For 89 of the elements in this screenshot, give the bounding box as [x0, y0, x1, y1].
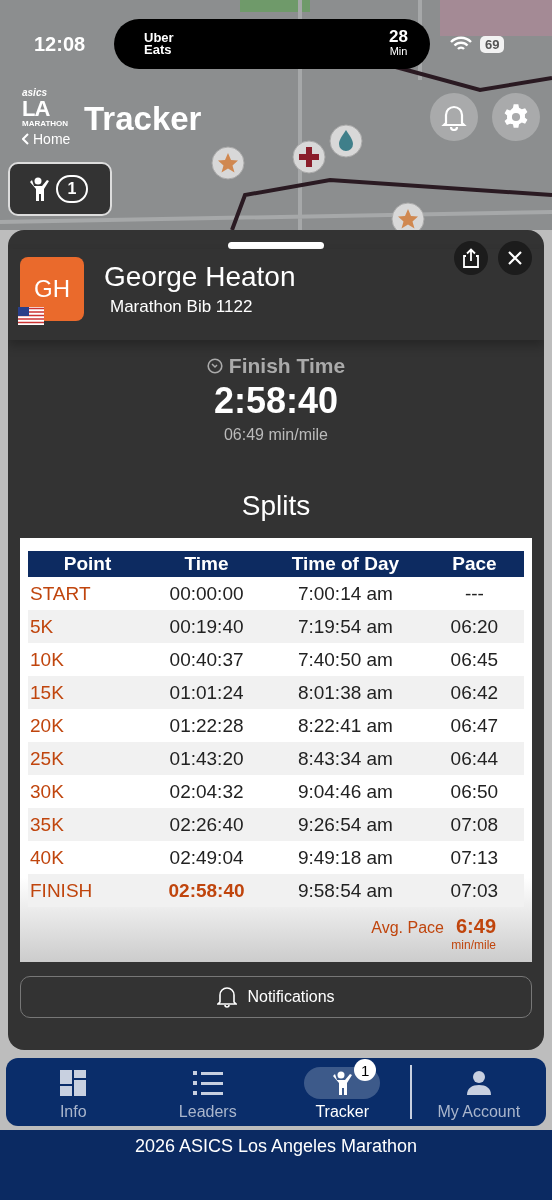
finish-pace: 06:49 min/mile	[223, 426, 328, 444]
column-header: Time	[147, 551, 267, 577]
split-point: FINISH	[28, 874, 148, 907]
time-of-day: 9:49:18 am	[266, 841, 425, 874]
avg-pace-value: 6:49	[455, 915, 496, 938]
time-of-day: 8:01:38 am	[266, 676, 425, 709]
split-time: 01:01:24	[147, 676, 267, 709]
split-point: 25K	[28, 742, 148, 775]
time-of-day: 8:43:34 am	[266, 742, 425, 775]
wifi-icon	[450, 36, 472, 52]
split-pace: 06:42	[424, 676, 524, 709]
split-time: 00:19:40	[147, 610, 267, 643]
share-icon	[462, 248, 480, 268]
split-point: 15K	[28, 676, 148, 709]
bib-number: Marathon Bib 1122	[110, 296, 254, 317]
settings-button[interactable]	[492, 93, 540, 141]
time-of-day: 9:58:54 am	[266, 874, 425, 907]
split-point: 20K	[28, 709, 148, 742]
time-of-day: 9:04:46 am	[266, 775, 425, 808]
split-time: 00:00:00	[147, 577, 267, 610]
split-pace: 07:08	[424, 808, 524, 841]
split-time: 00:40:37	[147, 643, 267, 676]
split-time: 01:22:28	[147, 709, 267, 742]
person-icon	[465, 1070, 492, 1096]
time-of-day: 7:00:14 am	[266, 577, 425, 610]
split-point: 40K	[28, 841, 148, 874]
runner-name: George Heaton	[104, 260, 296, 293]
clock-icon	[206, 358, 223, 374]
split-point: 30K	[28, 775, 148, 808]
close-icon	[507, 250, 523, 266]
runner-icon	[28, 176, 50, 202]
avg-pace-label: Avg. Pace	[371, 919, 444, 937]
flag-icon	[18, 306, 44, 325]
split-pace: 06:44	[424, 742, 524, 775]
time-of-day: 8:22:41 am	[266, 709, 425, 742]
tab[interactable]: Info	[6, 1062, 141, 1122]
split-time: 01:43:20	[147, 742, 267, 775]
split-time: 02:26:40	[147, 808, 267, 841]
share-button[interactable]	[454, 241, 488, 275]
brand-logo-text: Uber Eats	[144, 32, 174, 56]
finish-time-label: Finish Time	[228, 354, 346, 378]
footer-banner: 2026 ASICS Los Angeles Marathon	[0, 1130, 552, 1200]
time-of-day: 7:40:50 am	[266, 643, 425, 676]
water-drop-marker-icon	[329, 124, 363, 158]
notifications-button[interactable]: Notifications	[20, 976, 532, 1018]
event-logo: asics LA MARATHON	[22, 88, 70, 128]
split-time: 02:58:40	[147, 874, 267, 907]
split-point: 10K	[28, 643, 148, 676]
time-of-day: 7:19:54 am	[266, 610, 425, 643]
close-button[interactable]	[498, 241, 532, 275]
bell-icon	[441, 103, 467, 131]
split-time: 02:49:04	[147, 841, 267, 874]
column-header: Pace	[424, 551, 524, 577]
split-pace: 06:20	[424, 610, 524, 643]
split-time: 02:04:32	[147, 775, 267, 808]
tab[interactable]: My Account	[411, 1062, 546, 1122]
count-badge: 1	[354, 1059, 377, 1081]
split-point: 35K	[28, 808, 148, 841]
splits-heading: Splits	[240, 490, 312, 522]
runner-icon	[331, 1070, 354, 1096]
split-pace: 06:47	[424, 709, 524, 742]
split-point: START	[28, 577, 148, 610]
avg-pace-unit: min/mile	[451, 938, 496, 952]
first-aid-marker-icon	[292, 140, 326, 174]
finish-time: 2:58:40	[213, 380, 339, 422]
bell-icon	[217, 986, 238, 1008]
star-marker-icon	[391, 202, 425, 230]
settings-icon	[502, 103, 530, 131]
time-of-day: 9:26:54 am	[266, 808, 425, 841]
star-marker-icon	[211, 146, 245, 180]
page-title: Tracker	[84, 100, 202, 138]
split-pace: 07:03	[424, 874, 524, 907]
split-pace: 07:13	[424, 841, 524, 874]
column-header: Point	[28, 551, 148, 577]
tab[interactable]: Leaders	[140, 1062, 275, 1122]
column-header: Time of Day	[266, 551, 425, 577]
grid-icon	[59, 1069, 88, 1097]
sheet-handle[interactable]	[228, 242, 324, 249]
split-pace: 06:45	[424, 643, 524, 676]
tracked-runners-button[interactable]: 1	[8, 162, 112, 216]
split-pace: 06:50	[424, 775, 524, 808]
split-pace: ---	[424, 577, 524, 610]
numbered-list-icon	[192, 1070, 223, 1096]
split-point: 5K	[28, 610, 148, 643]
tab[interactable]: 1 Tracker	[275, 1062, 410, 1122]
notifications-button[interactable]	[430, 93, 478, 141]
eta-text: 28 Min	[389, 30, 408, 58]
clock-time: 12:08	[34, 32, 87, 56]
chevron-left-icon	[22, 133, 30, 145]
